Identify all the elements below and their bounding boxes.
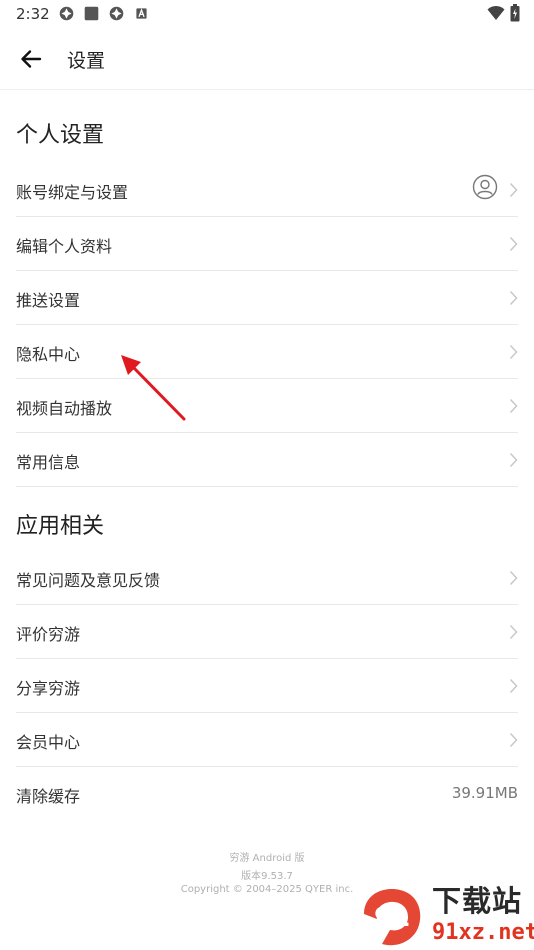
status-app-icon: [59, 6, 74, 21]
settings-row-privacy-center[interactable]: 隐私中心: [16, 325, 518, 379]
settings-row-member-center[interactable]: 会员中心: [16, 713, 518, 767]
status-app-icon: [109, 6, 124, 21]
settings-row-push[interactable]: 推送设置: [16, 271, 518, 325]
settings-row-video-autoplay[interactable]: 视频自动播放: [16, 379, 518, 433]
chevron-right-icon: [509, 236, 518, 252]
watermark-logo-text: 91: [374, 903, 410, 933]
status-icons-right: [487, 4, 520, 22]
watermark-cn-text: 下载站: [432, 884, 523, 918]
footer-version: 版本9.53.7: [241, 871, 293, 882]
row-label: 评价穷游: [16, 625, 81, 644]
chevron-right-icon: [509, 398, 518, 414]
settings-row-common-info[interactable]: 常用信息: [16, 433, 518, 487]
status-square-icon: [84, 6, 99, 21]
row-label: 隐私中心: [16, 345, 81, 364]
settings-row-edit-profile[interactable]: 编辑个人资料: [16, 217, 518, 271]
settings-row-share-app[interactable]: 分享穷游: [16, 659, 518, 713]
section-title-personal: 个人设置: [16, 123, 105, 148]
chevron-right-icon: [509, 452, 518, 468]
chevron-right-icon: [509, 678, 518, 694]
chevron-right-icon: [509, 570, 518, 586]
chevron-right-icon: [509, 624, 518, 640]
watermark-url-text: 91xz.net: [432, 920, 534, 945]
settings-row-faq-feedback[interactable]: 常见问题及意见反馈: [16, 551, 518, 605]
row-label: 常见问题及意见反馈: [16, 571, 161, 590]
watermark-logo-icon: 91: [364, 889, 421, 946]
watermark: 91 下载站 91xz.net: [360, 884, 534, 948]
chevron-right-icon: [509, 182, 518, 198]
chevron-right-icon: [509, 290, 518, 306]
status-icons-left: [58, 5, 150, 22]
cache-size-value: 39.91MB: [451, 784, 518, 802]
battery-icon: [510, 4, 520, 22]
status-time: 2:32: [16, 5, 50, 23]
row-label: 会员中心: [16, 733, 81, 752]
settings-row-account-binding[interactable]: 账号绑定与设置: [16, 163, 518, 217]
settings-row-clear-cache[interactable]: 清除缓存 39.91MB: [16, 767, 518, 821]
status-a-icon: [136, 8, 147, 19]
row-label: 清除缓存: [16, 787, 81, 806]
row-label: 编辑个人资料: [16, 237, 113, 256]
status-bar: 2:32: [0, 0, 534, 28]
back-arrow-icon: [21, 50, 42, 68]
row-label: 账号绑定与设置: [16, 183, 129, 202]
wifi-icon: [487, 5, 505, 20]
chevron-right-icon: [509, 344, 518, 360]
row-label: 分享穷游: [16, 679, 81, 698]
chevron-right-icon: [509, 732, 518, 748]
back-button[interactable]: [14, 42, 48, 76]
section-title-app: 应用相关: [16, 514, 105, 539]
avatar-icon: [472, 174, 498, 200]
footer-app-name: 穷游 Android 版: [229, 853, 305, 864]
page-title: 设置: [67, 50, 106, 72]
row-label: 常用信息: [16, 453, 81, 472]
settings-row-rate-app[interactable]: 评价穷游: [16, 605, 518, 659]
row-label: 推送设置: [16, 291, 81, 310]
row-label: 视频自动播放: [16, 399, 113, 418]
top-bar: 设置: [0, 28, 534, 90]
